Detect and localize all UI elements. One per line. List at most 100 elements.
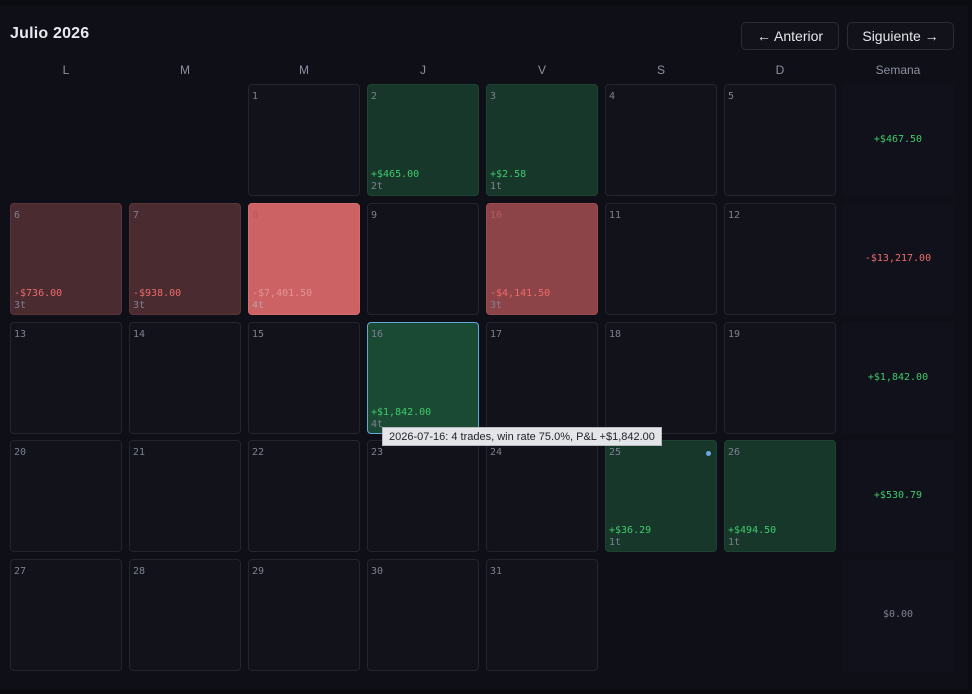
day-pnl: -$938.00 [133,288,182,299]
day-trade-count: 2t [371,181,384,192]
day-number: 18 [609,329,622,340]
day-pnl: +$2.58 [490,169,527,180]
day-cell-24[interactable]: 24 [486,440,598,552]
week-summary-3: +$1,842.00 [842,322,954,434]
day-number: 27 [14,566,27,577]
day-cell-11[interactable]: 11 [605,203,717,315]
week-summary-5: $0.00 [842,559,954,671]
day-cell-4[interactable]: 4 [605,84,717,196]
day-pnl: +$494.50 [728,525,777,536]
day-cell-20[interactable]: 20 [10,440,122,552]
day-cell-18[interactable]: 18 [605,322,717,434]
day-number: 4 [609,91,616,102]
day-cell-12[interactable]: 12 [724,203,836,315]
day-cell-29[interactable]: 29 [248,559,360,671]
calendar-panel: Julio 2026 ← Anterior Siguiente → L M M … [0,5,968,689]
day-number: 5 [728,91,735,102]
day-trade-count: 1t [728,537,741,548]
day-trade-count: 1t [609,537,622,548]
day-number: 29 [252,566,265,577]
next-month-button[interactable]: Siguiente → [847,22,954,50]
day-number: 16 [371,329,384,340]
day-trade-count: 3t [14,300,27,311]
day-number: 2 [371,91,378,102]
day-number: 14 [133,329,146,340]
day-number: 9 [371,210,378,221]
day-cell-31[interactable]: 31 [486,559,598,671]
day-cell-23[interactable]: 23 [367,440,479,552]
day-number: 1 [252,91,259,102]
weekday-header-sat: S [656,63,665,77]
day-cell-16[interactable]: 16 +$1,842.00 4t [367,322,479,434]
day-number: 13 [14,329,27,340]
day-trade-count: 4t [252,300,265,311]
day-pnl: -$736.00 [14,288,63,299]
weekday-header-fri: V [537,63,546,77]
day-number: 6 [14,210,21,221]
day-trade-count: 3t [490,300,503,311]
day-trade-count: 1t [490,181,503,192]
day-pnl: +$465.00 [371,169,420,180]
day-cell-19[interactable]: 19 [724,322,836,434]
week-summary-2: -$13,217.00 [842,203,954,315]
week-pnl: +$467.50 [873,134,923,145]
day-number: 26 [728,447,741,458]
day-cell-17[interactable]: 17 [486,322,598,434]
day-number: 25 [609,447,622,458]
day-number: 28 [133,566,146,577]
day-cell-21[interactable]: 21 [129,440,241,552]
day-pnl: -$4,141.50 [490,288,551,299]
day-cell-25[interactable]: 25 +$36.29 1t [605,440,717,552]
day-tooltip: 2026-07-16: 4 trades, win rate 75.0%, P&… [382,427,662,446]
day-number: 22 [252,447,265,458]
day-number: 12 [728,210,741,221]
day-number: 7 [133,210,140,221]
day-cell-10[interactable]: 10 -$4,141.50 3t [486,203,598,315]
day-cell-28[interactable]: 28 [129,559,241,671]
day-number: 31 [490,566,503,577]
weekday-header-mon: L [62,63,70,77]
day-number: 21 [133,447,146,458]
day-cell-27[interactable]: 27 [10,559,122,671]
week-pnl: -$13,217.00 [864,253,932,264]
week-column-header: Semana [875,63,921,77]
previous-month-button[interactable]: ← Anterior [741,22,839,50]
day-cell-5[interactable]: 5 [724,84,836,196]
day-number: 15 [252,329,265,340]
day-cell-1[interactable]: 1 [248,84,360,196]
day-pnl: -$7,401.50 [252,288,313,299]
day-number: 10 [490,210,503,221]
week-summary-1: +$467.50 [842,84,954,196]
week-pnl: $0.00 [882,609,914,620]
day-cell-14[interactable]: 14 [129,322,241,434]
day-cell-22[interactable]: 22 [248,440,360,552]
day-number: 17 [490,329,503,340]
day-cell-26[interactable]: 26 +$494.50 1t [724,440,836,552]
day-number: 23 [371,447,384,458]
day-cell-9[interactable]: 9 [367,203,479,315]
day-number: 19 [728,329,741,340]
day-number: 30 [371,566,384,577]
month-title: Julio 2026 [10,25,90,42]
day-cell-7[interactable]: 7 -$938.00 3t [129,203,241,315]
day-number: 20 [14,447,27,458]
day-number: 24 [490,447,503,458]
week-pnl: +$530.79 [873,490,923,501]
day-cell-13[interactable]: 13 [10,322,122,434]
day-pnl: +$1,842.00 [371,407,432,418]
day-cell-2[interactable]: 2 +$465.00 2t [367,84,479,196]
day-cell-30[interactable]: 30 [367,559,479,671]
day-cell-3[interactable]: 3 +$2.58 1t [486,84,598,196]
week-summary-4: +$530.79 [842,440,954,552]
weekday-header-tue: M [180,63,190,77]
day-cell-8[interactable]: 8 -$7,401.50 4t [248,203,360,315]
today-marker-icon [706,451,711,456]
day-number: 8 [252,210,259,221]
week-pnl: +$1,842.00 [867,372,929,383]
day-number: 11 [609,210,622,221]
weekday-header-wed: M [299,63,309,77]
day-cell-6[interactable]: 6 -$736.00 3t [10,203,122,315]
day-cell-15[interactable]: 15 [248,322,360,434]
day-number: 3 [490,91,497,102]
weekday-header-sun: D [775,63,785,77]
